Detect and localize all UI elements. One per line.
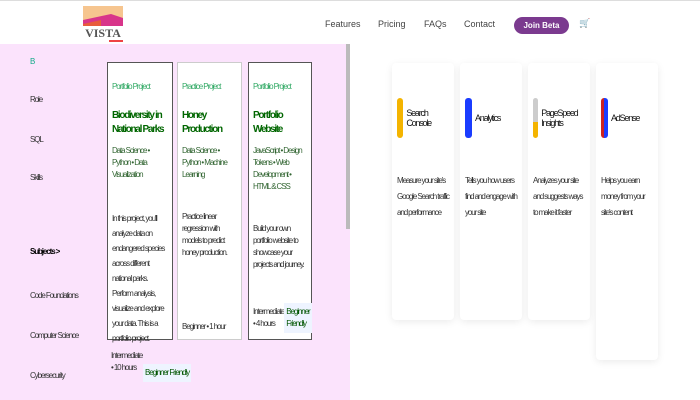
subject-code-foundations[interactable]: Code Foundations xyxy=(30,290,79,302)
project-description: In this project, you'll analyze data on … xyxy=(112,214,165,343)
service-description: Helps you earn money from your site's co… xyxy=(601,176,646,217)
sidebar-item[interactable]: Role xyxy=(30,94,43,106)
project-card[interactable]: Portfolio Project Biodiversity in Nation… xyxy=(107,62,173,343)
pagespeed-icon xyxy=(533,98,539,138)
project-meta: Beginner • 1 hour xyxy=(182,322,226,331)
svg-text:VISTA: VISTA xyxy=(85,26,121,40)
project-title: Portfolio Website xyxy=(253,110,284,135)
project-title: Biodiversity in National Parks xyxy=(112,110,165,135)
service-card-adsense[interactable]: AdSense Helps you earn money from your s… xyxy=(596,63,658,360)
subject-cybersecurity[interactable]: Cybersecurity xyxy=(30,370,66,382)
project-card[interactable]: Portfolio Project Portfolio Website Java… xyxy=(248,62,312,340)
project-tags: Data Science • Python • Machine Learning xyxy=(182,146,228,179)
project-meta: Intermediate • 10 hours xyxy=(111,351,143,372)
nav-contact[interactable]: Contact xyxy=(464,19,495,29)
service-name: PageSpeed Insights xyxy=(541,108,578,128)
join-beta-button[interactable]: Join Beta xyxy=(514,17,569,34)
project-tags: Data Science • Python • Data Visualizati… xyxy=(112,146,150,179)
subject-computer-science[interactable]: Computer Science xyxy=(30,330,79,342)
nav-features[interactable]: Features xyxy=(325,19,361,29)
nav-pricing[interactable]: Pricing xyxy=(378,19,406,29)
vista-logo[interactable]: VISTA xyxy=(81,6,126,44)
service-card-analytics[interactable]: Analytics Tells you how users find and e… xyxy=(460,63,522,320)
analytics-icon xyxy=(465,98,472,138)
project-description: Practice linear regression with models t… xyxy=(182,212,228,257)
service-description: Tells you how users find and engage with… xyxy=(465,176,518,217)
cart-icon[interactable]: 🛒 xyxy=(579,18,590,29)
service-name: AdSense xyxy=(611,113,640,123)
service-name: Analytics xyxy=(475,113,501,123)
service-name: Search Console xyxy=(406,108,432,128)
project-kicker: Portfolio Project xyxy=(253,82,292,91)
adsense-icon xyxy=(601,98,608,138)
service-card-pagespeed[interactable]: PageSpeed Insights Analyzes your site an… xyxy=(528,63,590,320)
nav-faqs[interactable]: FAQs xyxy=(424,19,447,29)
beginner-badge: Beginner Friendly xyxy=(284,303,312,333)
service-card-search-console[interactable]: Search Console Measure your site's Googl… xyxy=(392,63,454,320)
sidebar-item[interactable]: B xyxy=(30,56,35,68)
site-header: VISTA Features Pricing FAQs Contact Join… xyxy=(0,0,700,44)
beginner-badge: Beginner Friendly xyxy=(143,364,191,382)
project-title: Honey Production xyxy=(182,110,223,135)
project-card[interactable]: Practice Project Honey Production Data S… xyxy=(177,62,242,340)
project-kicker: Portfolio Project xyxy=(112,82,151,91)
sidebar-item[interactable]: SQL xyxy=(30,134,44,146)
subjects-heading[interactable]: Subjects > xyxy=(30,246,60,258)
scrollbar[interactable] xyxy=(346,44,350,229)
search-console-icon xyxy=(397,98,404,138)
project-tags: JavaScript • Design Tokens • Web Develop… xyxy=(253,146,303,191)
service-description: Analyzes your site and suggests ways to … xyxy=(533,176,583,217)
service-description: Measure your site's Google Search traffi… xyxy=(397,176,450,217)
project-meta: Intermediate • 4 hours xyxy=(253,307,285,328)
project-description: Build your own portfolio website to show… xyxy=(253,224,305,269)
sidebar-item[interactable]: Skills xyxy=(30,172,43,184)
project-kicker: Practice Project xyxy=(182,82,222,91)
